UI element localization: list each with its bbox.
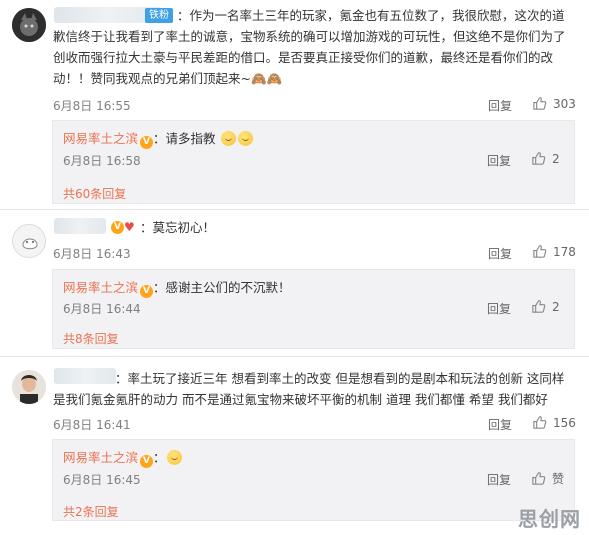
reply-button[interactable]: 回复 [487, 300, 511, 317]
reply-time: 6月8日 16:44 [63, 302, 141, 316]
like-button[interactable]: 178 [532, 244, 576, 259]
replier-name[interactable]: 网易率土之滨 [63, 450, 138, 465]
more-replies-link[interactable]: 共60条回复 [63, 185, 126, 202]
divider [0, 356, 589, 357]
comment-time: 6月8日 16:43 [53, 247, 131, 261]
like-button[interactable]: 赞 [531, 470, 564, 487]
thumbs-up-icon [533, 416, 547, 429]
reply-text: ：感谢主公们的不沉默！ [153, 280, 291, 295]
like-button[interactable]: 303 [532, 96, 576, 111]
verified-icon: V [140, 136, 154, 149]
replier-name[interactable]: 网易率土之滨 [63, 131, 138, 146]
reply-text: ： [153, 450, 166, 465]
reply: 网易率土之滨 V ：感谢主公们的不沉默！ [63, 277, 291, 298]
reply-time: 6月8日 16:45 [63, 473, 141, 487]
comment-text: ：率土玩了接近三年 想看到率土的改变 但是想看到的是剧本和玩法的创新 这同样是我… [53, 368, 575, 410]
reply-box: 网易率土之滨 V ：请多指教 6月8日 16:58 回复 2 共60条回复 [52, 120, 575, 204]
heart-icon: ♥ [124, 220, 135, 234]
comment-text: ：作为一名率土三年的玩家，氪金也有五位数了，我很欣慰，这次的道歉信终于让我看到了… [53, 5, 575, 89]
reply-button[interactable]: 回复 [487, 471, 511, 488]
like-button[interactable]: 2 [531, 299, 560, 314]
reply-button[interactable]: 回复 [488, 245, 512, 262]
verified-icon: V [140, 455, 154, 468]
comment-2: V ♥ ：莫忘初心！ 6月8日 16:43 回复 178 网易率土之滨 V ：感谢主… [0, 212, 589, 352]
reply-button[interactable]: 回复 [488, 416, 512, 433]
replier-name[interactable]: 网易率土之滨 [63, 280, 138, 295]
like-count: 2 [552, 299, 560, 314]
smile-emoji-icon [166, 450, 182, 465]
reply-button[interactable]: 回复 [487, 152, 511, 169]
more-replies-link[interactable]: 共2条回复 [63, 503, 119, 520]
divider [0, 209, 589, 210]
like-count: 178 [553, 244, 576, 259]
smile-emoji-icon [220, 131, 236, 146]
thumbs-up-icon [533, 245, 547, 258]
more-replies-link[interactable]: 共8条回复 [63, 330, 119, 347]
like-button[interactable]: 2 [531, 151, 560, 166]
comment-body: ：作为一名率土三年的玩家，氪金也有五位数了，我很欣慰，这次的道歉信终于让我看到了… [53, 8, 566, 86]
watermark: 思创网 [518, 507, 581, 531]
smile-emoji-icon [237, 131, 253, 146]
comment-1: 铁粉 ：作为一名率土三年的玩家，氪金也有五位数了，我很欣慰，这次的道歉信终于让我… [0, 0, 589, 208]
comment-body: ：率土玩了接近三年 想看到率土的改变 但是想看到的是剧本和玩法的创新 这同样是我… [53, 371, 565, 407]
like-count: 303 [553, 96, 576, 111]
avatar[interactable] [12, 8, 46, 42]
verified-icon: V [140, 285, 154, 298]
thumbs-up-icon [532, 472, 546, 485]
like-count: 赞 [552, 472, 565, 486]
avatar[interactable] [12, 370, 46, 404]
comment-time: 6月8日 16:55 [53, 99, 131, 113]
comment-body: ：莫忘初心！ [140, 220, 216, 235]
reply-box: 网易率土之滨 V： 6月8日 16:45 回复 赞 共2条回复 [52, 439, 575, 521]
reply-box: 网易率土之滨 V ：感谢主公们的不沉默！ 6月8日 16:44 回复 2 共8条回复 [52, 269, 575, 349]
comment-text: ：莫忘初心！ [140, 217, 575, 238]
comment-time: 6月8日 16:41 [53, 418, 131, 432]
verified-icon: V [111, 221, 124, 234]
thumbs-up-icon [532, 300, 546, 313]
avatar[interactable] [12, 224, 46, 258]
reply-time: 6月8日 16:58 [63, 154, 141, 168]
reply-button[interactable]: 回复 [488, 97, 512, 114]
reply: 网易率土之滨 V ：请多指教 [63, 128, 254, 149]
like-count: 2 [552, 151, 560, 166]
like-count: 156 [553, 415, 576, 430]
thumbs-up-icon [533, 97, 547, 110]
reply: 网易率土之滨 V： [63, 447, 183, 468]
comment-3: ：率土玩了接近三年 想看到率土的改变 但是想看到的是剧本和玩法的创新 这同样是我… [0, 360, 589, 530]
like-button[interactable]: 156 [532, 415, 576, 430]
username-blurred[interactable] [54, 218, 106, 234]
reply-text: ：请多指教 [153, 131, 216, 146]
thumbs-up-icon [532, 152, 546, 165]
